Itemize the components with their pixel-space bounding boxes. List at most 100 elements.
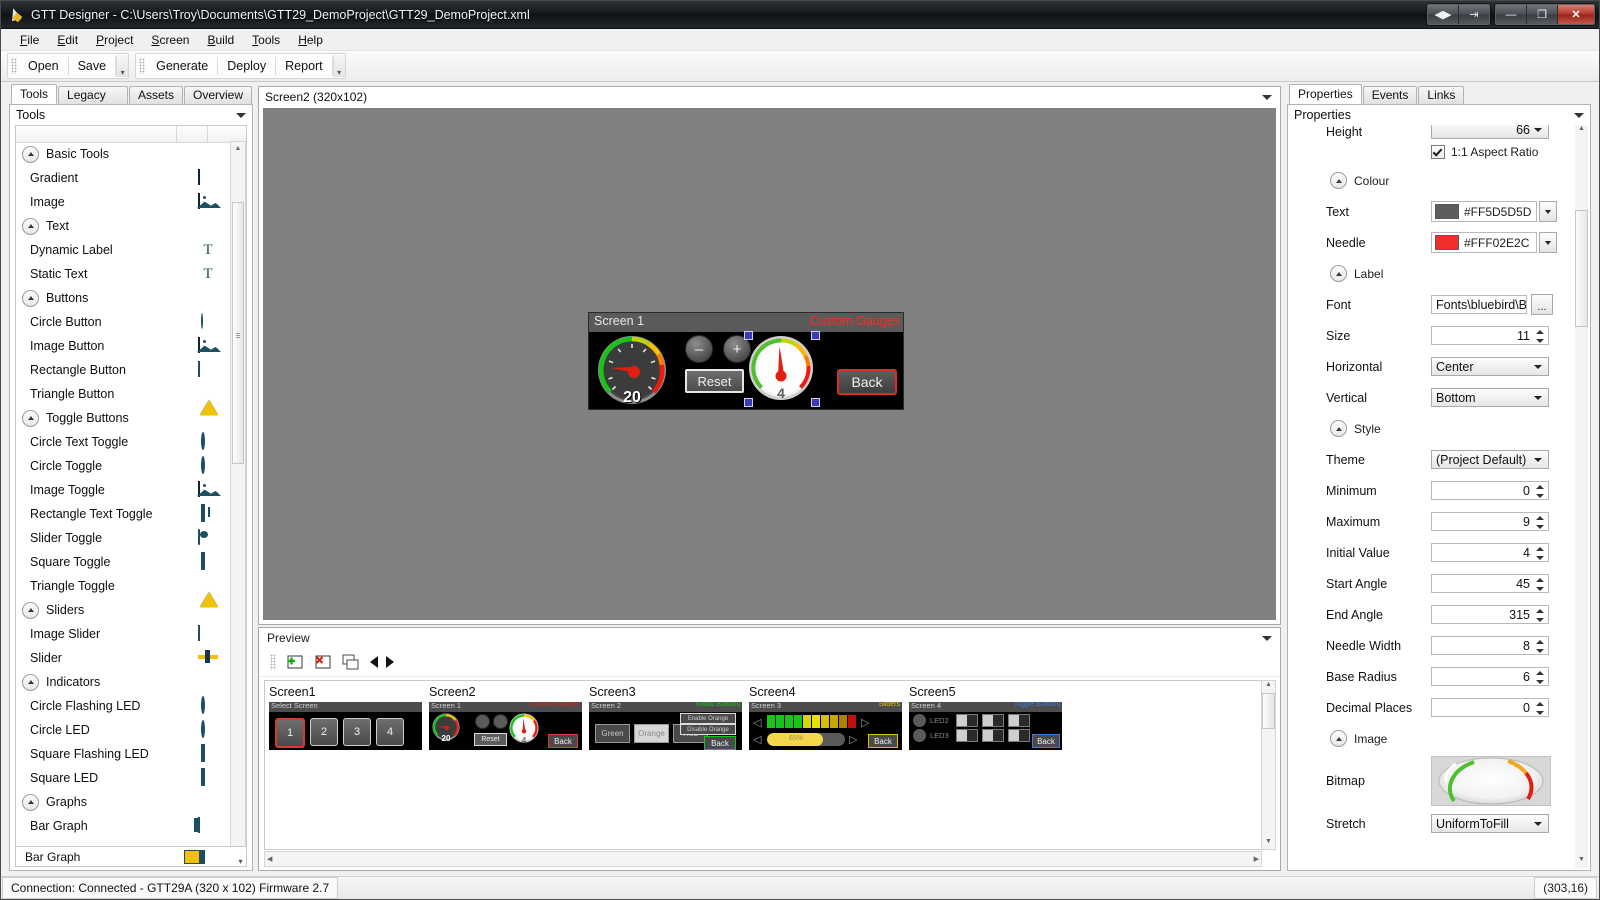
screen-thumbnail-strip[interactable]: Screen1 Select Screen 1 2 3 4 Screen2 Screen 1C… xyxy=(264,680,1262,850)
selection-handle[interactable] xyxy=(744,331,753,340)
screen-thumbnail[interactable]: Screen3 Screen 2Radio ButtonsGreenOrangeR… xyxy=(589,685,742,849)
canvas-surface[interactable]: Screen 1 Custom Gauges 20 – + Reset 4 Ba… xyxy=(263,108,1276,620)
add-screen-icon[interactable] xyxy=(284,652,306,672)
gauge-dark-widget[interactable]: 20 xyxy=(597,335,667,406)
tools-scrollbar[interactable]: ▲ xyxy=(230,141,246,847)
font-path-field[interactable]: Fonts\bluebird\B xyxy=(1431,295,1527,314)
color-value-field[interactable]: #FF5D5D5D xyxy=(1431,201,1537,222)
menu-screen[interactable]: Screen xyxy=(142,31,198,49)
dropdown-field[interactable]: UniformToFill xyxy=(1431,814,1549,833)
tool-item-image-slider[interactable]: Image Slider xyxy=(16,622,232,646)
tab-legacy-tools[interactable]: Legacy Tools xyxy=(58,86,128,119)
collapse-chevron-icon[interactable] xyxy=(1330,730,1347,747)
toolbar-overflow-button[interactable]: ▾ xyxy=(116,55,129,77)
tab-overview[interactable]: Overview xyxy=(183,86,252,104)
spinner-field[interactable]: 4 xyxy=(1431,543,1549,562)
dropdown-field[interactable]: (Project Default) xyxy=(1431,450,1549,469)
gauge-light-widget[interactable]: 4 xyxy=(748,335,814,401)
device-screen-design[interactable]: Screen 1 Custom Gauges 20 – + Reset 4 Ba… xyxy=(589,313,903,409)
deploy-button[interactable]: Deploy xyxy=(218,57,277,75)
collapse-chevron-icon[interactable] xyxy=(22,601,39,619)
screen-thumbnail-preview[interactable]: Screen 4 Toggle Buttons LED2 LED3 Back xyxy=(909,702,1062,750)
delete-screen-icon[interactable] xyxy=(312,652,334,672)
scroll-up-icon[interactable]: ▲ xyxy=(231,142,245,155)
dropdown-field[interactable]: Center xyxy=(1431,357,1549,376)
menu-tools[interactable]: Tools xyxy=(243,31,289,49)
aspect-ratio-checkbox[interactable] xyxy=(1431,145,1445,159)
property-group-colour[interactable]: Colour xyxy=(1288,165,1590,196)
screen-thumbnail[interactable]: Screen5 Screen 4 Toggle Buttons LED2 LED3 Bac… xyxy=(909,685,1062,849)
footer-dropdown-icon[interactable]: ▾ xyxy=(235,848,246,866)
spinner-field[interactable]: 6 xyxy=(1431,667,1549,686)
report-button[interactable]: Report xyxy=(276,57,333,75)
collapse-chevron-icon[interactable] xyxy=(22,217,39,235)
property-group-image[interactable]: Image xyxy=(1288,723,1590,754)
tool-item-slider[interactable]: Slider xyxy=(16,646,232,670)
height-select[interactable]: 66 xyxy=(1431,125,1549,139)
tool-item-image[interactable]: Image xyxy=(16,190,232,214)
tab-links[interactable]: Links xyxy=(1418,86,1465,104)
tool-group-indicators[interactable]: Indicators xyxy=(16,670,232,694)
property-row-aspect-ratio[interactable]: 1:1 Aspect Ratio xyxy=(1288,139,1590,165)
toolbar-grip[interactable] xyxy=(139,58,146,74)
screen-thumbnail[interactable]: Screen1 Select Screen 1 2 3 4 xyxy=(269,685,422,849)
toolbar-grip[interactable] xyxy=(270,654,276,670)
tool-item-triangle-button[interactable]: Triangle Button xyxy=(16,382,232,415)
split-view-button[interactable]: ◀▶ xyxy=(1428,5,1459,24)
tool-item-static-text[interactable]: Static Text T xyxy=(16,262,232,286)
tool-item-image-button[interactable]: Image Button xyxy=(16,334,232,358)
tab-events[interactable]: Events xyxy=(1362,86,1418,104)
tool-item-circle-button[interactable]: Circle Button xyxy=(16,310,232,334)
tools-list[interactable]: Basic Tools Gradient Image Text Dynamic Labe… xyxy=(16,142,232,847)
properties-scrollbar[interactable]: ▲ ▼ xyxy=(1575,125,1588,868)
color-value-field[interactable]: #FFF02E2C xyxy=(1431,232,1537,253)
chevron-down-icon[interactable] xyxy=(1262,94,1272,100)
spinner-field[interactable]: 315 xyxy=(1431,605,1549,624)
screen-thumbnail-preview[interactable]: Screen 1 Custom Gauges 20 Reset 4 Back xyxy=(429,702,582,750)
tool-item-image-toggle[interactable]: Image Toggle xyxy=(16,478,232,502)
selection-handle[interactable] xyxy=(811,398,820,407)
collapse-chevron-icon[interactable] xyxy=(22,289,39,307)
generate-button[interactable]: Generate xyxy=(147,57,219,75)
tool-item-rectangle-button[interactable]: Rectangle Button xyxy=(16,358,232,382)
collapse-chevron-icon[interactable] xyxy=(22,673,39,691)
toolbar-grip[interactable] xyxy=(11,58,17,74)
tool-item-square-led[interactable]: Square LED xyxy=(16,766,232,790)
screen-thumbnail[interactable]: Screen4 Screen 3 Sliders ◁ ▷ ◁ 65% ▷ Back xyxy=(749,685,902,849)
back-button[interactable]: Back xyxy=(837,369,897,395)
dropdown-field[interactable]: Bottom xyxy=(1431,388,1549,407)
property-group-style[interactable]: Style xyxy=(1288,413,1590,444)
tool-item-square-flashing-led[interactable]: Square Flashing LED xyxy=(16,742,232,766)
screen-thumbnail-preview[interactable]: Screen 3 Sliders ◁ ▷ ◁ 65% ▷ Back xyxy=(749,702,902,750)
reset-button[interactable]: Reset xyxy=(685,369,744,393)
minimize-button[interactable]: — xyxy=(1496,5,1527,24)
menu-project[interactable]: Project xyxy=(87,31,142,49)
tool-item-circle-led[interactable]: Circle LED xyxy=(16,718,232,742)
preview-horizontal-scrollbar[interactable]: ◀ ▶ xyxy=(264,851,1262,867)
detach-button[interactable]: ⇥ xyxy=(1459,5,1489,24)
scroll-thumb[interactable] xyxy=(232,202,244,464)
screen-thumbnail-preview[interactable]: Screen 2Radio ButtonsGreenOrangeRedEnabl… xyxy=(589,702,742,750)
spinner-field[interactable]: 11 xyxy=(1431,326,1549,345)
tool-item-slider-toggle[interactable]: Slider Toggle xyxy=(16,526,232,550)
menu-edit[interactable]: Edit xyxy=(48,31,87,49)
tab-assets[interactable]: Assets xyxy=(128,86,183,104)
spinner-field[interactable]: 9 xyxy=(1431,512,1549,531)
tab-tools[interactable]: Tools xyxy=(11,84,58,104)
duplicate-screen-icon[interactable] xyxy=(340,652,362,672)
tool-item-bar-graph[interactable]: Bar Graph xyxy=(16,814,232,838)
selection-handle[interactable] xyxy=(811,331,820,340)
tool-group-graphs[interactable]: Graphs xyxy=(16,790,232,814)
chevron-down-icon[interactable] xyxy=(1262,635,1272,641)
collapse-chevron-icon[interactable] xyxy=(1330,265,1347,282)
font-browse-button[interactable]: ... xyxy=(1531,294,1553,315)
tool-item-rectangle-text-toggle[interactable]: Rectangle Text Toggle xyxy=(16,502,232,526)
save-button[interactable]: Save xyxy=(69,57,117,75)
color-dropdown-button[interactable] xyxy=(1539,201,1557,222)
tool-item-triangle-toggle[interactable]: Triangle Toggle xyxy=(16,574,232,607)
screen-thumbnail-preview[interactable]: Select Screen 1 2 3 4 xyxy=(269,702,422,750)
menu-build[interactable]: Build xyxy=(198,31,243,49)
tool-item-square-toggle[interactable]: Square Toggle xyxy=(16,550,232,574)
screen-thumbnail[interactable]: Screen2 Screen 1 Custom Gauges 20 Reset 4 Back xyxy=(429,685,582,849)
collapse-chevron-icon[interactable] xyxy=(22,409,39,427)
